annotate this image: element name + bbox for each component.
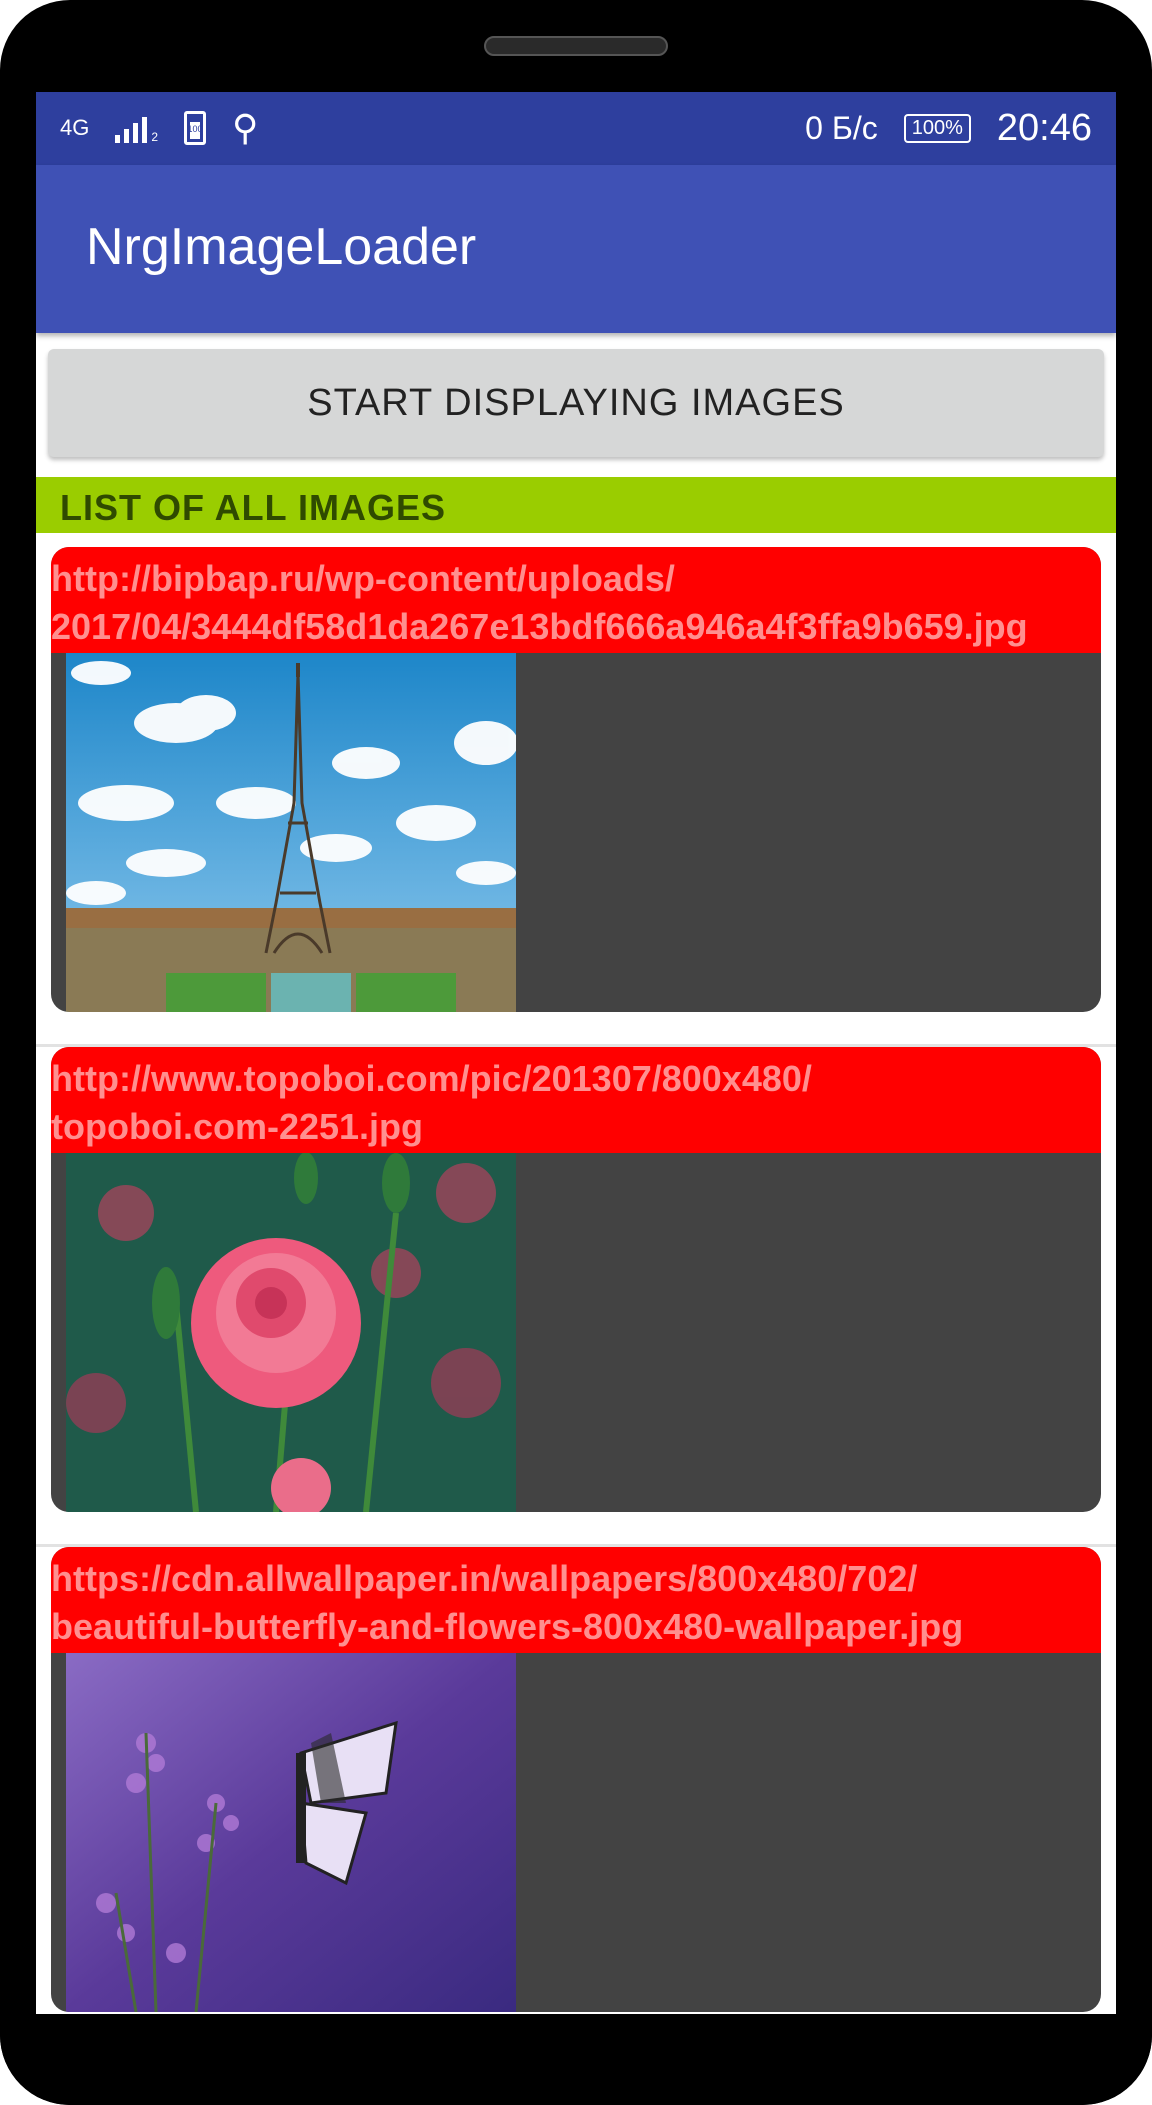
image-url: http://bipbap.ru/wp-content/uploads/ 201… [51, 547, 1101, 653]
status-icons-left: 4G 2 100 ⚲ [60, 106, 258, 150]
list-item[interactable]: http://bipbap.ru/wp-content/uploads/ 201… [36, 547, 1116, 1047]
speaker-grille [484, 36, 668, 56]
list-header-label: LIST OF ALL IMAGES [60, 487, 446, 528]
start-displaying-images-button[interactable]: START DISPLAYING IMAGES [48, 349, 1104, 457]
phone-frame: 4G 2 100 ⚲ 0 Б/с 100% 20:46 NrgImageLoad… [0, 0, 1152, 2105]
battery-icon: 100 [184, 111, 207, 145]
usb-icon: ⚲ [232, 107, 259, 148]
image-card: http://bipbap.ru/wp-content/uploads/ 201… [51, 547, 1101, 1012]
status-bar: 4G 2 100 ⚲ 0 Б/с 100% 20:46 [36, 92, 1116, 165]
sim-label: 2 [151, 130, 159, 144]
eiffel-tower-image [66, 653, 516, 1012]
list-header: LIST OF ALL IMAGES [36, 477, 1116, 533]
status-icons-right: 0 Б/с 100% 20:46 [805, 106, 1092, 150]
app-bar: NrgImageLoader [36, 165, 1116, 333]
app-title: NrgImageLoader [86, 218, 477, 276]
network-type-icon: 4G [60, 115, 90, 140]
pink-rose-image [66, 1153, 516, 1512]
image-card: http://www.topoboi.com/pic/201307/800x48… [51, 1047, 1101, 1512]
clock: 20:46 [996, 106, 1092, 149]
butterfly-flowers-image [66, 1653, 516, 2012]
image-url: http://www.topoboi.com/pic/201307/800x48… [51, 1047, 1101, 1153]
net-speed-text: 0 Б/с [805, 109, 878, 146]
list-item[interactable]: https://cdn.allwallpaper.in/wallpapers/8… [36, 1547, 1116, 2014]
image-card: https://cdn.allwallpaper.in/wallpapers/8… [51, 1547, 1101, 2012]
list-item[interactable]: http://www.topoboi.com/pic/201307/800x48… [36, 1047, 1116, 1547]
image-url: https://cdn.allwallpaper.in/wallpapers/8… [51, 1547, 1101, 1653]
phone-bottom-bezel [0, 2014, 1152, 2105]
battery-percent: 100% [903, 113, 971, 143]
battery-icon-level: 100 [187, 124, 203, 134]
screen: 4G 2 100 ⚲ 0 Б/с 100% 20:46 NrgImageLoad… [36, 92, 1116, 2014]
image-list[interactable]: http://bipbap.ru/wp-content/uploads/ 201… [36, 547, 1116, 2014]
signal-strength-icon: 2 [115, 113, 158, 143]
